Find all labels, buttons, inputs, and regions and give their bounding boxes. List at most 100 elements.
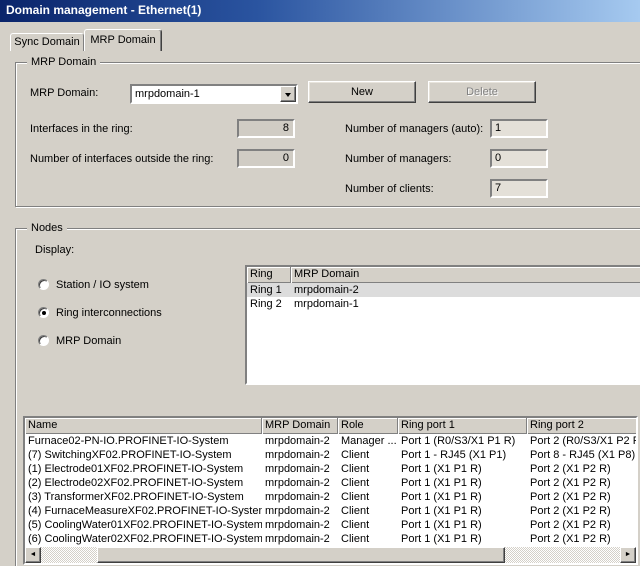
managers-field: 0 [490, 149, 548, 168]
scroll-right-icon[interactable]: ► [620, 547, 636, 563]
cell-mrp-domain: mrpdomain-2 [265, 463, 330, 475]
cell-name: (7) SwitchingXF02.PROFINET-IO-System [28, 449, 232, 461]
cell-role: Client [341, 533, 370, 545]
nodes-table-body: Furnace02-PN-IO.PROFINET-IO-System mrpdom… [25, 434, 636, 546]
managers-label: Number of managers: [345, 153, 452, 165]
column-header-ring[interactable]: Ring [247, 267, 291, 283]
cell-mrp-domain: mrpdomain-2 [265, 519, 330, 531]
titlebar[interactable]: Domain management - Ethernet(1) [0, 0, 640, 22]
cell-mrp-domain: mrpdomain-2 [265, 435, 330, 447]
table-row[interactable]: (7) SwitchingXF02.PROFINET-IO-System mrpd… [25, 448, 636, 462]
cell-ring-port-2: Port 2 (X1 P2 R) [530, 533, 611, 545]
cell-name: (3) TransformerXF02.PROFINET-IO-System [28, 491, 244, 503]
cell-mrp-domain: mrpdomain-2 [265, 533, 330, 545]
interfaces-outside-ring-field: 0 [237, 149, 295, 168]
interfaces-outside-ring-value: 0 [282, 152, 289, 164]
cell-name: (5) CoolingWater01XF02.PROFINET-IO-Syste… [28, 519, 262, 531]
table-row[interactable]: (6) CoolingWater02XF02.PROFINET-IO-Syste… [25, 532, 636, 546]
radio-selected-icon[interactable] [38, 307, 49, 318]
nodes-table[interactable]: Name MRP Domain Role Ring port 1 Ring port 2… [23, 416, 638, 565]
radio-mrp-domain[interactable]: MRP Domain [38, 335, 121, 349]
interfaces-in-ring-value: 8 [282, 122, 289, 134]
tab-mrp-domain[interactable]: MRP Domain [84, 29, 162, 51]
table-row[interactable]: (4) FurnaceMeasureXF02.PROFINET-IO-Syste… [25, 504, 636, 518]
ring-list-body: Ring 1 mrpdomain-2 Ring 2 mrpdomain-1 [247, 283, 640, 311]
cell-ring-port-2: Port 2 (X1 P2 R) [530, 505, 611, 517]
cell-mrp-domain: mrpdomain-2 [265, 491, 330, 503]
mrp-domain-selected-value: mrpdomain-1 [135, 88, 200, 100]
mrp-domain-label: MRP Domain: [30, 87, 99, 99]
clients-value: 7 [495, 182, 502, 194]
cell-name: Furnace02-PN-IO.PROFINET-IO-System [28, 435, 229, 447]
cell-ring-port-1: Port 1 (X1 P1 R) [401, 505, 482, 517]
cell-role: Client [341, 449, 370, 461]
cell-role: Client [341, 491, 370, 503]
cell-ring-port-1: Port 1 - RJ45 (X1 P1) [401, 449, 507, 461]
clients-field: 7 [490, 179, 548, 198]
cell-role: Manager ... [341, 435, 397, 447]
table-row[interactable]: (2) Electrode02XF02.PROFINET-IO-System mr… [25, 476, 636, 490]
ring-list-header: Ring MRP Domain [247, 267, 640, 283]
radio-ring-interconnections[interactable]: Ring interconnections [38, 307, 162, 321]
radio-icon[interactable] [38, 335, 49, 346]
interfaces-in-ring-field: 8 [237, 119, 295, 138]
cell-ring-port-2: Port 2 (X1 P2 R) [530, 491, 611, 503]
group-title: MRP Domain [27, 56, 101, 69]
display-label: Display: [35, 244, 75, 256]
cell-ring-port-2: Port 2 (X1 P2 R) [530, 463, 611, 475]
radio-icon[interactable] [38, 279, 49, 290]
cell-mrp-domain: mrpdomain-2 [265, 449, 330, 461]
cell-ring: Ring 1 [250, 284, 282, 296]
table-row[interactable]: (3) TransformerXF02.PROFINET-IO-System mr… [25, 490, 636, 504]
column-header-ring-port-1[interactable]: Ring port 1 [398, 418, 527, 434]
column-header-ring-port-2[interactable]: Ring port 2 [527, 418, 636, 434]
cell-name: (1) Electrode01XF02.PROFINET-IO-System [28, 463, 244, 475]
domain-management-window: Domain management - Ethernet(1) Sync Dom… [0, 0, 640, 566]
radio-dot [42, 311, 46, 315]
chevron-down-icon[interactable] [280, 86, 296, 102]
tab-label: Sync Domain [14, 36, 80, 48]
cell-ring-port-1: Port 1 (X1 P1 R) [401, 533, 482, 545]
cell-mrp-domain: mrpdomain-1 [294, 298, 359, 310]
cell-ring-port-1: Port 1 (X1 P1 R) [401, 463, 482, 475]
cell-name: (6) CoolingWater02XF02.PROFINET-IO-Syste… [28, 533, 262, 545]
interfaces-outside-ring-label: Number of interfaces outside the ring: [30, 153, 214, 165]
mrp-domain-select[interactable]: mrpdomain-1 [130, 84, 298, 104]
column-header-mrp-domain[interactable]: MRP Domain [262, 418, 338, 434]
cell-role: Client [341, 505, 370, 517]
managers-value: 0 [495, 152, 502, 164]
cell-ring-port-1: Port 1 (R0/S3/X1 P1 R) [401, 435, 516, 447]
cell-ring-port-1: Port 1 (X1 P1 R) [401, 477, 482, 489]
ring-list[interactable]: Ring MRP Domain Ring 1 mrpdomain-2 Ring 2 mr… [245, 265, 640, 385]
managers-auto-field: 1 [490, 119, 548, 138]
cell-ring-port-2: Port 2 (X1 P2 R) [530, 519, 611, 531]
table-row[interactable]: Furnace02-PN-IO.PROFINET-IO-System mrpdom… [25, 434, 636, 448]
scrollbar-thumb[interactable] [97, 547, 505, 563]
nodes-table-header: Name MRP Domain Role Ring port 1 Ring port 2 [25, 418, 636, 434]
interfaces-in-ring-label: Interfaces in the ring: [30, 123, 133, 135]
table-row[interactable]: (1) Electrode01XF02.PROFINET-IO-System mr… [25, 462, 636, 476]
radio-station-io-system[interactable]: Station / IO system [38, 279, 149, 293]
radio-label: Station / IO system [56, 279, 149, 291]
table-row[interactable]: (5) CoolingWater01XF02.PROFINET-IO-Syste… [25, 518, 636, 532]
table-row[interactable]: Ring 2 mrpdomain-1 [247, 297, 640, 311]
cell-name: (4) FurnaceMeasureXF02.PROFINET-IO-Syste… [28, 505, 262, 517]
column-header-role[interactable]: Role [338, 418, 398, 434]
radio-label: Ring interconnections [56, 307, 162, 319]
tab-sync-domain[interactable]: Sync Domain [10, 33, 84, 51]
table-row[interactable]: Ring 1 mrpdomain-2 [247, 283, 640, 297]
group-title: Nodes [27, 222, 67, 235]
cell-role: Client [341, 477, 370, 489]
column-header-name[interactable]: Name [25, 418, 262, 434]
managers-auto-label: Number of managers (auto): [345, 123, 484, 135]
horizontal-scrollbar[interactable]: ◄ ► [25, 547, 636, 563]
window-title: Domain management - Ethernet(1) [6, 3, 202, 17]
new-button[interactable]: New [308, 81, 416, 103]
column-header-mrp-domain[interactable]: MRP Domain [291, 267, 640, 283]
cell-name: (2) Electrode02XF02.PROFINET-IO-System [28, 477, 244, 489]
cell-ring-port-1: Port 1 (X1 P1 R) [401, 519, 482, 531]
cell-role: Client [341, 463, 370, 475]
managers-auto-value: 1 [495, 122, 502, 134]
scroll-left-icon[interactable]: ◄ [25, 547, 41, 563]
cell-mrp-domain: mrpdomain-2 [265, 477, 330, 489]
